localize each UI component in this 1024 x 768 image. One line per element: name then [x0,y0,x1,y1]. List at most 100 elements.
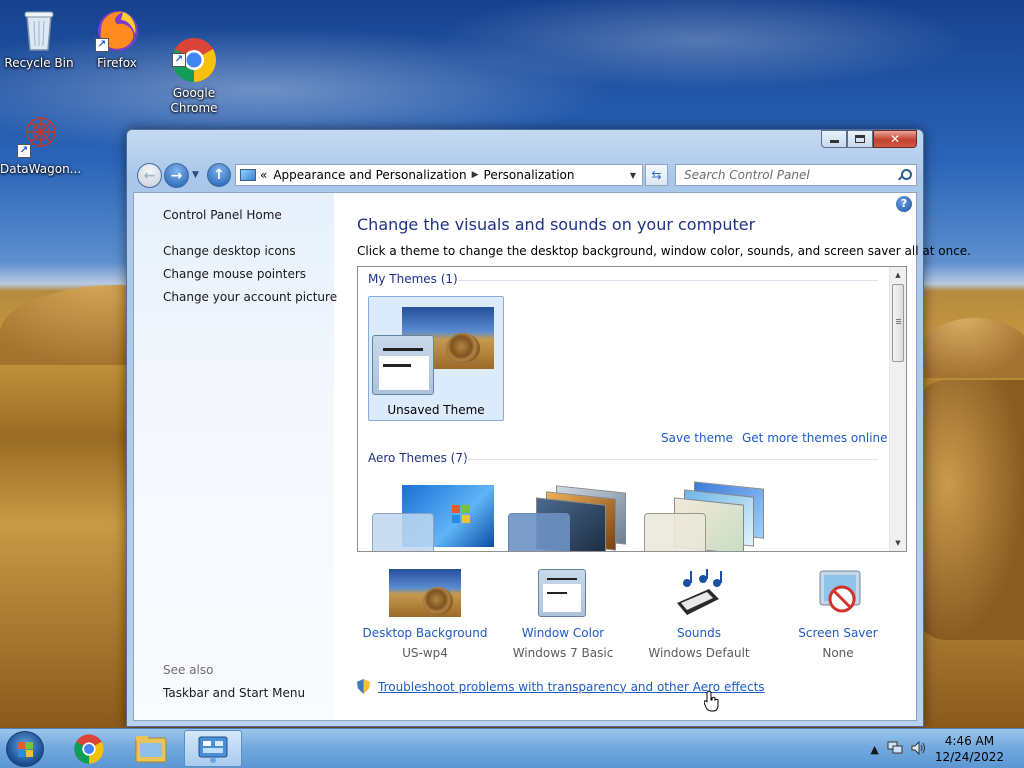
see-also-heading: See also [163,663,214,677]
start-button[interactable] [6,731,44,767]
taskbar-chrome-button[interactable] [60,730,118,767]
address-dropdown-icon[interactable]: ▼ [624,165,642,185]
refresh-icon: ⇆ [651,168,662,182]
close-icon: ✕ [889,132,901,146]
window-color-item[interactable]: Window Color Windows 7 Basic [493,569,633,660]
datawagon-icon: ↗ [15,112,63,160]
window-color-label[interactable]: Window Color [493,626,633,640]
recycle-bin-icon [15,6,63,54]
window-color-icon [527,569,599,621]
breadcrumb-personalization[interactable]: Personalization [484,168,575,182]
search-placeholder: Search Control Panel [684,168,810,182]
clock-date: 12/24/2022 [934,750,1004,764]
left-task-pane: Control Panel Home Change desktop icons … [134,193,337,720]
forward-button[interactable]: → [164,163,189,188]
screen-saver-icon [802,569,874,621]
sounds-label[interactable]: Sounds [629,626,769,640]
volume-icon[interactable] [911,740,927,758]
window-preview [372,513,434,551]
scroll-up-icon[interactable]: ▲ [890,267,906,283]
system-tray: ▲ 4:46 AM 12/24/2022 [870,729,1024,768]
my-themes-header: My Themes (1) [368,272,458,286]
content-area: Control Panel Home Change desktop icons … [133,192,971,721]
address-bar[interactable]: « Appearance and Personalization ▶ Perso… [235,164,643,186]
themes-scrollbar[interactable]: ▲ ▼ [889,267,906,551]
breadcrumb-appearance[interactable]: Appearance and Personalization [273,168,466,182]
scrollbar-thumb[interactable] [892,284,904,362]
shortcut-arrow-icon: ↗ [95,38,109,52]
sounds-icon [663,569,735,621]
desktop-icon-label: Recycle Bin [4,56,74,70]
firefox-icon: ↗ [93,6,141,54]
shortcut-arrow-icon: ↗ [17,144,31,158]
minimize-icon [829,140,839,143]
breadcrumb-separator-icon[interactable]: ▶ [472,170,479,180]
search-icon[interactable] [898,169,912,181]
clock[interactable]: 4:46 AM 12/24/2022 [935,733,1004,765]
scroll-down-icon[interactable]: ▼ [890,535,906,551]
control-panel-icon [198,736,228,763]
navigation-bar: ← → ▼ ↑ « Appearance and Personalization… [135,161,917,189]
taskbar-start-menu-link[interactable]: Taskbar and Start Menu [163,686,305,700]
hand-cursor-icon [703,690,720,712]
back-button[interactable]: ← [137,163,162,188]
desktop-icon-google-chrome[interactable]: ↗ Google Chrome [155,6,233,131]
desktop-background-label[interactable]: Desktop Background [355,626,495,640]
forward-arrow-icon: → [170,167,183,184]
aero-theme-windows7[interactable] [372,485,496,551]
get-more-themes-link[interactable]: Get more themes online [742,431,888,445]
change-mouse-pointers-link[interactable]: Change mouse pointers [163,267,306,281]
aero-theme-characters[interactable] [644,481,768,551]
desktop-background-item[interactable]: Desktop Background US-wp4 [355,569,495,660]
chevron-down-icon: ▼ [192,170,199,180]
windows-logo-icon [452,505,470,523]
refresh-button[interactable]: ⇆ [645,164,668,186]
chrome-icon [74,733,104,764]
breadcrumb-overflow[interactable]: « [260,168,267,182]
help-icon[interactable]: ? [896,196,912,212]
taskbar-control-panel-button[interactable] [184,730,242,767]
save-theme-link[interactable]: Save theme [661,431,733,445]
folder-icon [135,735,167,762]
shortcut-arrow-icon: ↗ [172,53,186,67]
up-button[interactable]: ↑ [207,163,231,187]
screen-saver-label[interactable]: Screen Saver [768,626,908,640]
sounds-value: Windows Default [648,646,750,660]
window-preview [372,335,434,395]
taskbar: ▲ 4:46 AM 12/24/2022 [0,728,1024,768]
desktop-icon-firefox[interactable]: ↗ Firefox [78,6,156,71]
personalization-window: ✕ ← → ▼ ↑ « Appearance and Personalizati… [126,129,971,727]
taskbar-explorer-button[interactable] [122,730,180,767]
desktop-icon-label: Firefox [97,56,137,70]
back-arrow-icon: ← [143,167,156,184]
search-input[interactable]: Search Control Panel [675,164,917,186]
group-divider [462,459,878,460]
desktop-icon-recycle-bin[interactable]: Recycle Bin [0,6,78,71]
maximize-icon [855,135,865,143]
network-icon[interactable] [887,741,903,758]
close-button[interactable]: ✕ [873,130,917,148]
page-subtitle: Click a theme to change the desktop back… [357,244,971,258]
theme-label: Unsaved Theme [387,403,485,417]
window-preview [644,513,706,551]
minimize-button[interactable] [821,130,847,148]
screen-saver-item[interactable]: Screen Saver None [768,569,908,660]
theme-tile-unsaved[interactable]: Unsaved Theme [368,296,504,421]
up-arrow-icon: ↑ [213,167,225,183]
desktop-icon-label: DataWagon... [0,162,82,176]
change-account-picture-link[interactable]: Change your account picture [163,290,337,304]
control-panel-icon [240,169,256,181]
aero-themes-header: Aero Themes (7) [368,451,468,465]
desktop-icon-datawagon[interactable]: ↗ DataWagon... [0,112,82,177]
change-desktop-icons-link[interactable]: Change desktop icons [163,244,296,258]
desktop-background-value: US-wp4 [402,646,448,660]
aero-theme-architecture[interactable] [508,485,632,551]
wallpaper-hay-bale [916,380,1024,640]
screen-saver-value: None [822,646,854,660]
wallpaper-hill-right [915,318,1024,378]
show-hidden-icons-button[interactable]: ▲ [870,743,878,756]
sounds-item[interactable]: Sounds Windows Default [629,569,769,660]
recent-pages-dropdown[interactable]: ▼ [192,170,199,180]
maximize-button[interactable] [847,130,873,148]
control-panel-home-link[interactable]: Control Panel Home [163,208,282,222]
